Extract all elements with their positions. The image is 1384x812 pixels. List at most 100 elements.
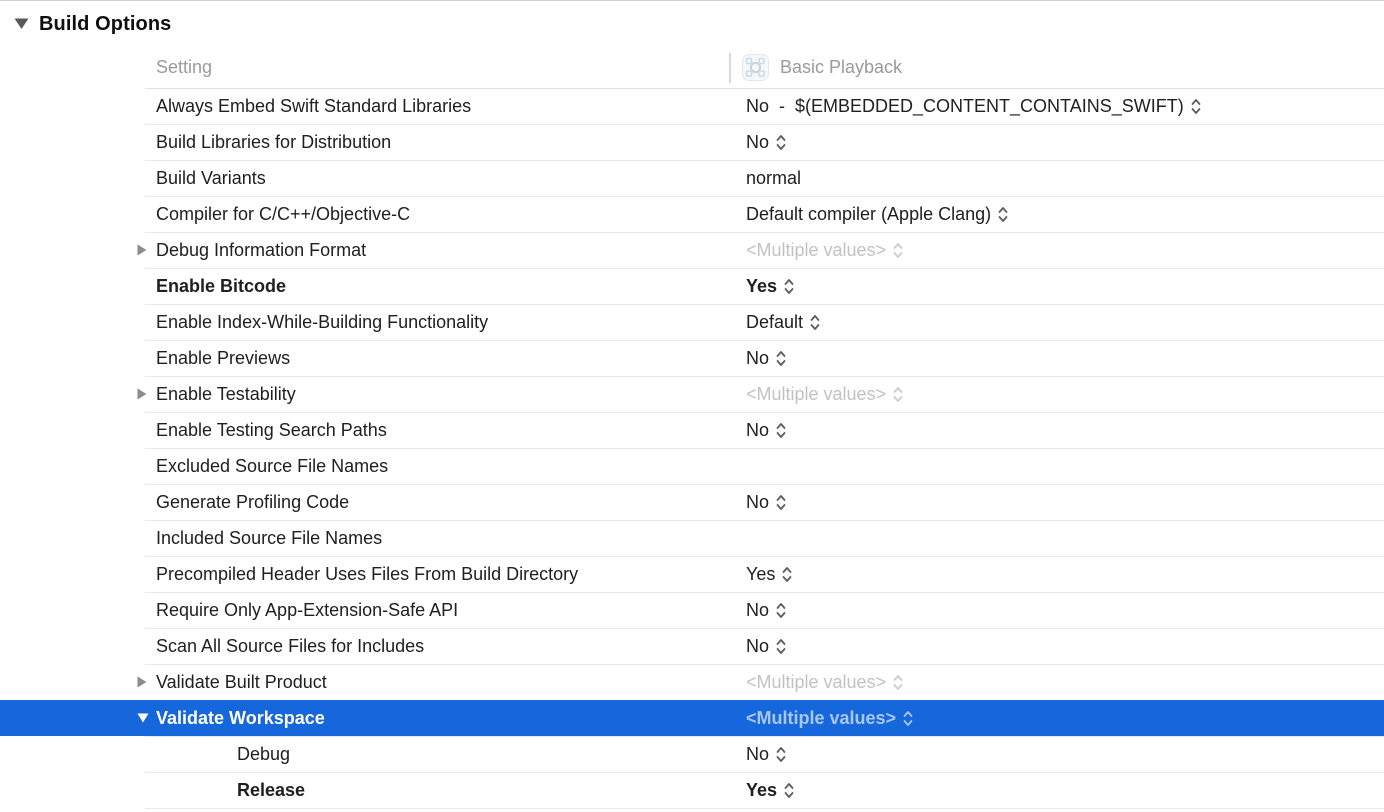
target-column-header[interactable]: Basic Playback	[729, 53, 902, 83]
table-row[interactable]: Validate Workspace <Multiple values>	[0, 700, 1384, 736]
setting-value: No	[746, 348, 769, 369]
stepper-chevrons-icon[interactable]	[784, 278, 794, 295]
setting-value-dropdown[interactable]: Yes	[746, 564, 792, 585]
settings-table-header: Setting Basic Playback	[0, 47, 1384, 88]
setting-value: Yes	[746, 276, 777, 297]
setting-value: <Multiple values>	[746, 240, 886, 261]
setting-value: No	[746, 492, 769, 513]
table-row[interactable]: Enable Testing Search Paths No	[0, 412, 1384, 448]
setting-value: No	[746, 420, 769, 441]
setting-value-dropdown[interactable]: No	[746, 744, 786, 765]
stepper-chevrons-icon[interactable]	[776, 746, 786, 763]
table-row[interactable]: Enable Previews No	[0, 340, 1384, 376]
table-row[interactable]: Validate Built Product <Multiple values>	[0, 664, 1384, 700]
setting-label: Scan All Source Files for Includes	[145, 636, 746, 657]
stepper-chevrons-icon[interactable]	[782, 566, 792, 583]
setting-value-dropdown[interactable]: <Multiple values>	[746, 672, 903, 693]
stepper-chevrons-icon[interactable]	[784, 782, 794, 799]
setting-label: Always Embed Swift Standard Libraries	[145, 96, 746, 117]
setting-label: Enable Testing Search Paths	[145, 420, 746, 441]
table-row[interactable]: Debug No	[0, 736, 1384, 772]
stepper-chevrons-icon[interactable]	[893, 386, 903, 403]
setting-value-dropdown[interactable]: No	[746, 132, 786, 153]
build-options-section-header[interactable]: Build Options	[0, 1, 1384, 47]
setting-column-header: Setting	[145, 57, 729, 78]
setting-label: Debug	[145, 744, 746, 765]
section-disclosure-triangle-icon[interactable]	[14, 18, 29, 30]
table-row[interactable]: Require Only App-Extension-Safe API No	[0, 592, 1384, 628]
setting-value-dropdown[interactable]: Yes	[746, 780, 794, 801]
setting-value-dropdown[interactable]: No	[746, 348, 786, 369]
setting-label: Debug Information Format	[145, 240, 746, 261]
table-row[interactable]: Excluded Source File Names	[0, 448, 1384, 484]
table-row[interactable]: Debug Information Format <Multiple value…	[0, 232, 1384, 268]
stepper-chevrons-icon[interactable]	[776, 350, 786, 367]
setting-label: Generate Profiling Code	[145, 492, 746, 513]
setting-label: Excluded Source File Names	[145, 456, 746, 477]
setting-value: <Multiple values>	[746, 384, 886, 405]
stepper-chevrons-icon[interactable]	[776, 422, 786, 439]
stepper-chevrons-icon[interactable]	[776, 602, 786, 619]
setting-value-dropdown[interactable]: No	[746, 492, 786, 513]
stepper-chevrons-icon[interactable]	[776, 134, 786, 151]
setting-label: Build Libraries for Distribution	[145, 132, 746, 153]
setting-value: Yes	[746, 564, 775, 585]
row-disclosure-triangle-icon[interactable]	[137, 713, 149, 723]
setting-value: Yes	[746, 780, 777, 801]
setting-value-dropdown[interactable]: <Multiple values>	[746, 384, 903, 405]
row-disclosure-triangle-icon[interactable]	[137, 676, 147, 688]
table-row[interactable]: Build Libraries for Distribution No	[0, 124, 1384, 160]
stepper-chevrons-icon[interactable]	[810, 314, 820, 331]
stepper-chevrons-icon[interactable]	[893, 674, 903, 691]
setting-value: No - $(EMBEDDED_CONTENT_CONTAINS_SWIFT)	[746, 96, 1184, 117]
table-row[interactable]: Always Embed Swift Standard Libraries No…	[0, 88, 1384, 124]
table-row[interactable]: Enable Bitcode Yes	[0, 268, 1384, 304]
build-settings-table: Always Embed Swift Standard Libraries No…	[0, 88, 1384, 808]
setting-value-dropdown[interactable]: No	[746, 420, 786, 441]
setting-value: Default compiler (Apple Clang)	[746, 204, 991, 225]
table-row[interactable]: Included Source File Names	[0, 520, 1384, 556]
row-disclosure-triangle-icon[interactable]	[137, 388, 147, 400]
setting-value-dropdown[interactable]: Default	[746, 312, 820, 333]
table-row[interactable]: Build Variants normal	[0, 160, 1384, 196]
setting-label: Require Only App-Extension-Safe API	[145, 600, 746, 621]
table-row[interactable]: Precompiled Header Uses Files From Build…	[0, 556, 1384, 592]
setting-label: Precompiled Header Uses Files From Build…	[145, 564, 746, 585]
setting-value-dropdown[interactable]: <Multiple values>	[746, 240, 903, 261]
setting-value: No	[746, 636, 769, 657]
setting-label: Enable Previews	[145, 348, 746, 369]
setting-label: Enable Index-While-Building Functionalit…	[145, 312, 746, 333]
table-row[interactable]: Enable Index-While-Building Functionalit…	[0, 304, 1384, 340]
stepper-chevrons-icon[interactable]	[998, 206, 1008, 223]
setting-value-dropdown[interactable]: Yes	[746, 276, 794, 297]
setting-value: No	[746, 132, 769, 153]
table-row[interactable]: Scan All Source Files for Includes No	[0, 628, 1384, 664]
setting-value: Default	[746, 312, 803, 333]
setting-value: <Multiple values>	[746, 708, 896, 729]
setting-label: Validate Built Product	[145, 672, 746, 693]
stepper-chevrons-icon[interactable]	[776, 638, 786, 655]
stepper-chevrons-icon[interactable]	[776, 494, 786, 511]
setting-value-dropdown[interactable]: No	[746, 600, 786, 621]
row-disclosure-triangle-icon[interactable]	[137, 244, 147, 256]
setting-label: Build Variants	[145, 168, 746, 189]
stepper-chevrons-icon[interactable]	[1191, 98, 1201, 115]
table-row[interactable]: Generate Profiling Code No	[0, 484, 1384, 520]
setting-label: Release	[145, 780, 746, 801]
stepper-chevrons-icon[interactable]	[903, 710, 913, 727]
table-row[interactable]: Release Yes	[0, 772, 1384, 808]
setting-label: Validate Workspace	[145, 708, 746, 729]
setting-value-dropdown[interactable]: normal	[746, 168, 801, 189]
setting-value: No	[746, 600, 769, 621]
stepper-chevrons-icon[interactable]	[893, 242, 903, 259]
setting-value-dropdown[interactable]: <Multiple values>	[746, 708, 913, 729]
setting-value-dropdown[interactable]: No	[746, 636, 786, 657]
setting-label: Enable Bitcode	[145, 276, 746, 297]
table-row[interactable]: Enable Testability <Multiple values>	[0, 376, 1384, 412]
setting-label: Enable Testability	[145, 384, 746, 405]
table-row[interactable]: Compiler for C/C++/Objective-C Default c…	[0, 196, 1384, 232]
setting-value-dropdown[interactable]: Default compiler (Apple Clang)	[746, 204, 1008, 225]
setting-value-dropdown[interactable]: No - $(EMBEDDED_CONTENT_CONTAINS_SWIFT)	[746, 96, 1201, 117]
setting-value: normal	[746, 168, 801, 189]
setting-value: No	[746, 744, 769, 765]
